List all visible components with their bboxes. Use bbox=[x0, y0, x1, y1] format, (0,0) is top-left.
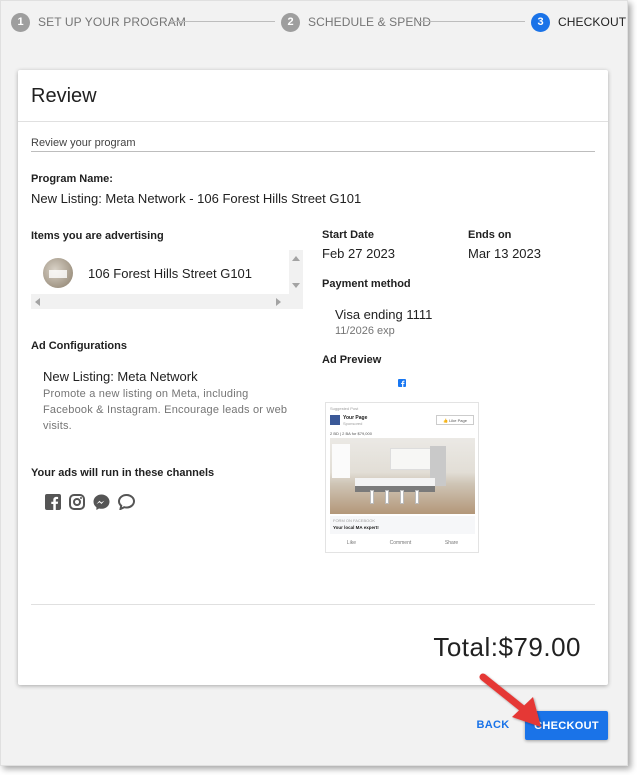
page-logo bbox=[330, 415, 340, 425]
preview-top-text: Suggested Post bbox=[330, 406, 359, 411]
step-checkout[interactable]: 3 CHECKOUT bbox=[531, 11, 626, 33]
payment-method-label: Payment method bbox=[322, 278, 411, 290]
card-title: Review bbox=[31, 85, 97, 107]
list-item: 106 Forest Hills Street G101 bbox=[43, 258, 252, 288]
preview-action-share: Share bbox=[444, 540, 459, 546]
total-value: $79.00 bbox=[498, 632, 581, 662]
ad-preview: Suggested Post Your Page Sponsored 👍 Lik… bbox=[325, 402, 479, 553]
channels-icons bbox=[45, 494, 135, 510]
end-date-label: Ends on bbox=[468, 229, 512, 241]
step-setup[interactable]: 1 SET UP YOUR PROGRAM bbox=[11, 11, 186, 33]
program-name-label: Program Name: bbox=[31, 173, 113, 185]
ad-config-label: Ad Configurations bbox=[31, 340, 127, 352]
facebook-icon bbox=[398, 374, 406, 392]
scroll-left-icon[interactable] bbox=[35, 298, 40, 306]
step-number: 3 bbox=[531, 12, 550, 32]
ad-preview-label: Ad Preview bbox=[322, 354, 382, 366]
photo-stool bbox=[370, 490, 374, 504]
listing-address: 106 Forest Hills Street G101 bbox=[88, 265, 253, 281]
review-card: Review Review your program Program Name:… bbox=[18, 70, 608, 685]
preview-sponsored: Sponsored bbox=[343, 421, 363, 426]
payment-expiry: 11/2026 exp bbox=[335, 325, 395, 337]
thumbs-up-icon: 👍 bbox=[443, 417, 449, 423]
horizontal-scrollbar[interactable] bbox=[31, 294, 303, 309]
facebook-icon bbox=[45, 494, 61, 510]
step-number: 2 bbox=[281, 12, 300, 32]
step-connector bbox=[419, 21, 525, 22]
photo-stool bbox=[385, 490, 389, 504]
start-date-label: Start Date bbox=[322, 229, 374, 241]
listing-thumbnail bbox=[43, 258, 73, 288]
step-label: SCHEDULE & SPEND bbox=[308, 15, 431, 29]
photo-window bbox=[332, 444, 350, 478]
start-date-value: Feb 27 2023 bbox=[322, 246, 396, 261]
preview-action-like: Like bbox=[346, 540, 356, 546]
preview-action-comment: Comment bbox=[389, 540, 412, 546]
preview-like-page-label: Like Page bbox=[449, 417, 467, 423]
end-date-value: Mar 13 2023 bbox=[468, 246, 541, 261]
window-frame: 1 SET UP YOUR PROGRAM 2 SCHEDULE & SPEND… bbox=[0, 0, 628, 766]
preview-actions: Like Comment Share bbox=[330, 540, 475, 546]
preview-form: FORM ON FACEBOOK Your local MA expert! bbox=[330, 516, 475, 534]
vertical-scrollbar[interactable] bbox=[289, 250, 303, 294]
program-name-value: New Listing: Meta Network - 106 Forest H… bbox=[31, 191, 362, 206]
ad-config-title: New Listing: Meta Network bbox=[43, 369, 198, 384]
checkout-stepper: 1 SET UP YOUR PROGRAM 2 SCHEDULE & SPEND… bbox=[11, 11, 626, 33]
channels-label: Your ads will run in these channels bbox=[31, 467, 215, 479]
scroll-up-icon[interactable] bbox=[292, 256, 300, 261]
step-connector bbox=[169, 21, 275, 22]
step-label: SET UP YOUR PROGRAM bbox=[38, 15, 186, 29]
preview-caption: 2 BD | 2 BA for $79,000 bbox=[330, 431, 372, 436]
listing-photo bbox=[330, 438, 475, 514]
items-list[interactable]: 106 Forest Hills Street G101 bbox=[31, 250, 303, 312]
step-schedule[interactable]: 2 SCHEDULE & SPEND bbox=[281, 11, 431, 33]
chat-icon bbox=[118, 494, 135, 510]
divider bbox=[31, 151, 595, 152]
payment-card: Visa ending 1111 bbox=[335, 307, 433, 322]
messenger-icon bbox=[93, 494, 110, 510]
instagram-icon bbox=[69, 494, 85, 510]
photo-stool bbox=[400, 490, 404, 504]
divider bbox=[18, 121, 608, 122]
step-number: 1 bbox=[11, 12, 30, 32]
items-label: Items you are advertising bbox=[31, 230, 164, 242]
preview-like-page: 👍 Like Page bbox=[436, 415, 474, 425]
total-label: Total: bbox=[433, 632, 499, 662]
step-label: CHECKOUT bbox=[558, 15, 627, 29]
preview-form-title: Your local MA expert! bbox=[333, 525, 379, 530]
section-subtitle: Review your program bbox=[31, 137, 136, 149]
divider bbox=[31, 604, 595, 605]
photo-stool bbox=[415, 490, 419, 504]
ad-config-description: Promote a new listing on Meta, including… bbox=[43, 388, 288, 432]
scroll-right-icon[interactable] bbox=[276, 298, 281, 306]
order-total: Total:$79.00 bbox=[433, 632, 581, 663]
preview-form-label: FORM ON FACEBOOK bbox=[333, 518, 376, 523]
scroll-down-icon[interactable] bbox=[292, 283, 300, 288]
annotation-arrow-icon bbox=[479, 673, 541, 727]
photo-island bbox=[355, 478, 435, 492]
